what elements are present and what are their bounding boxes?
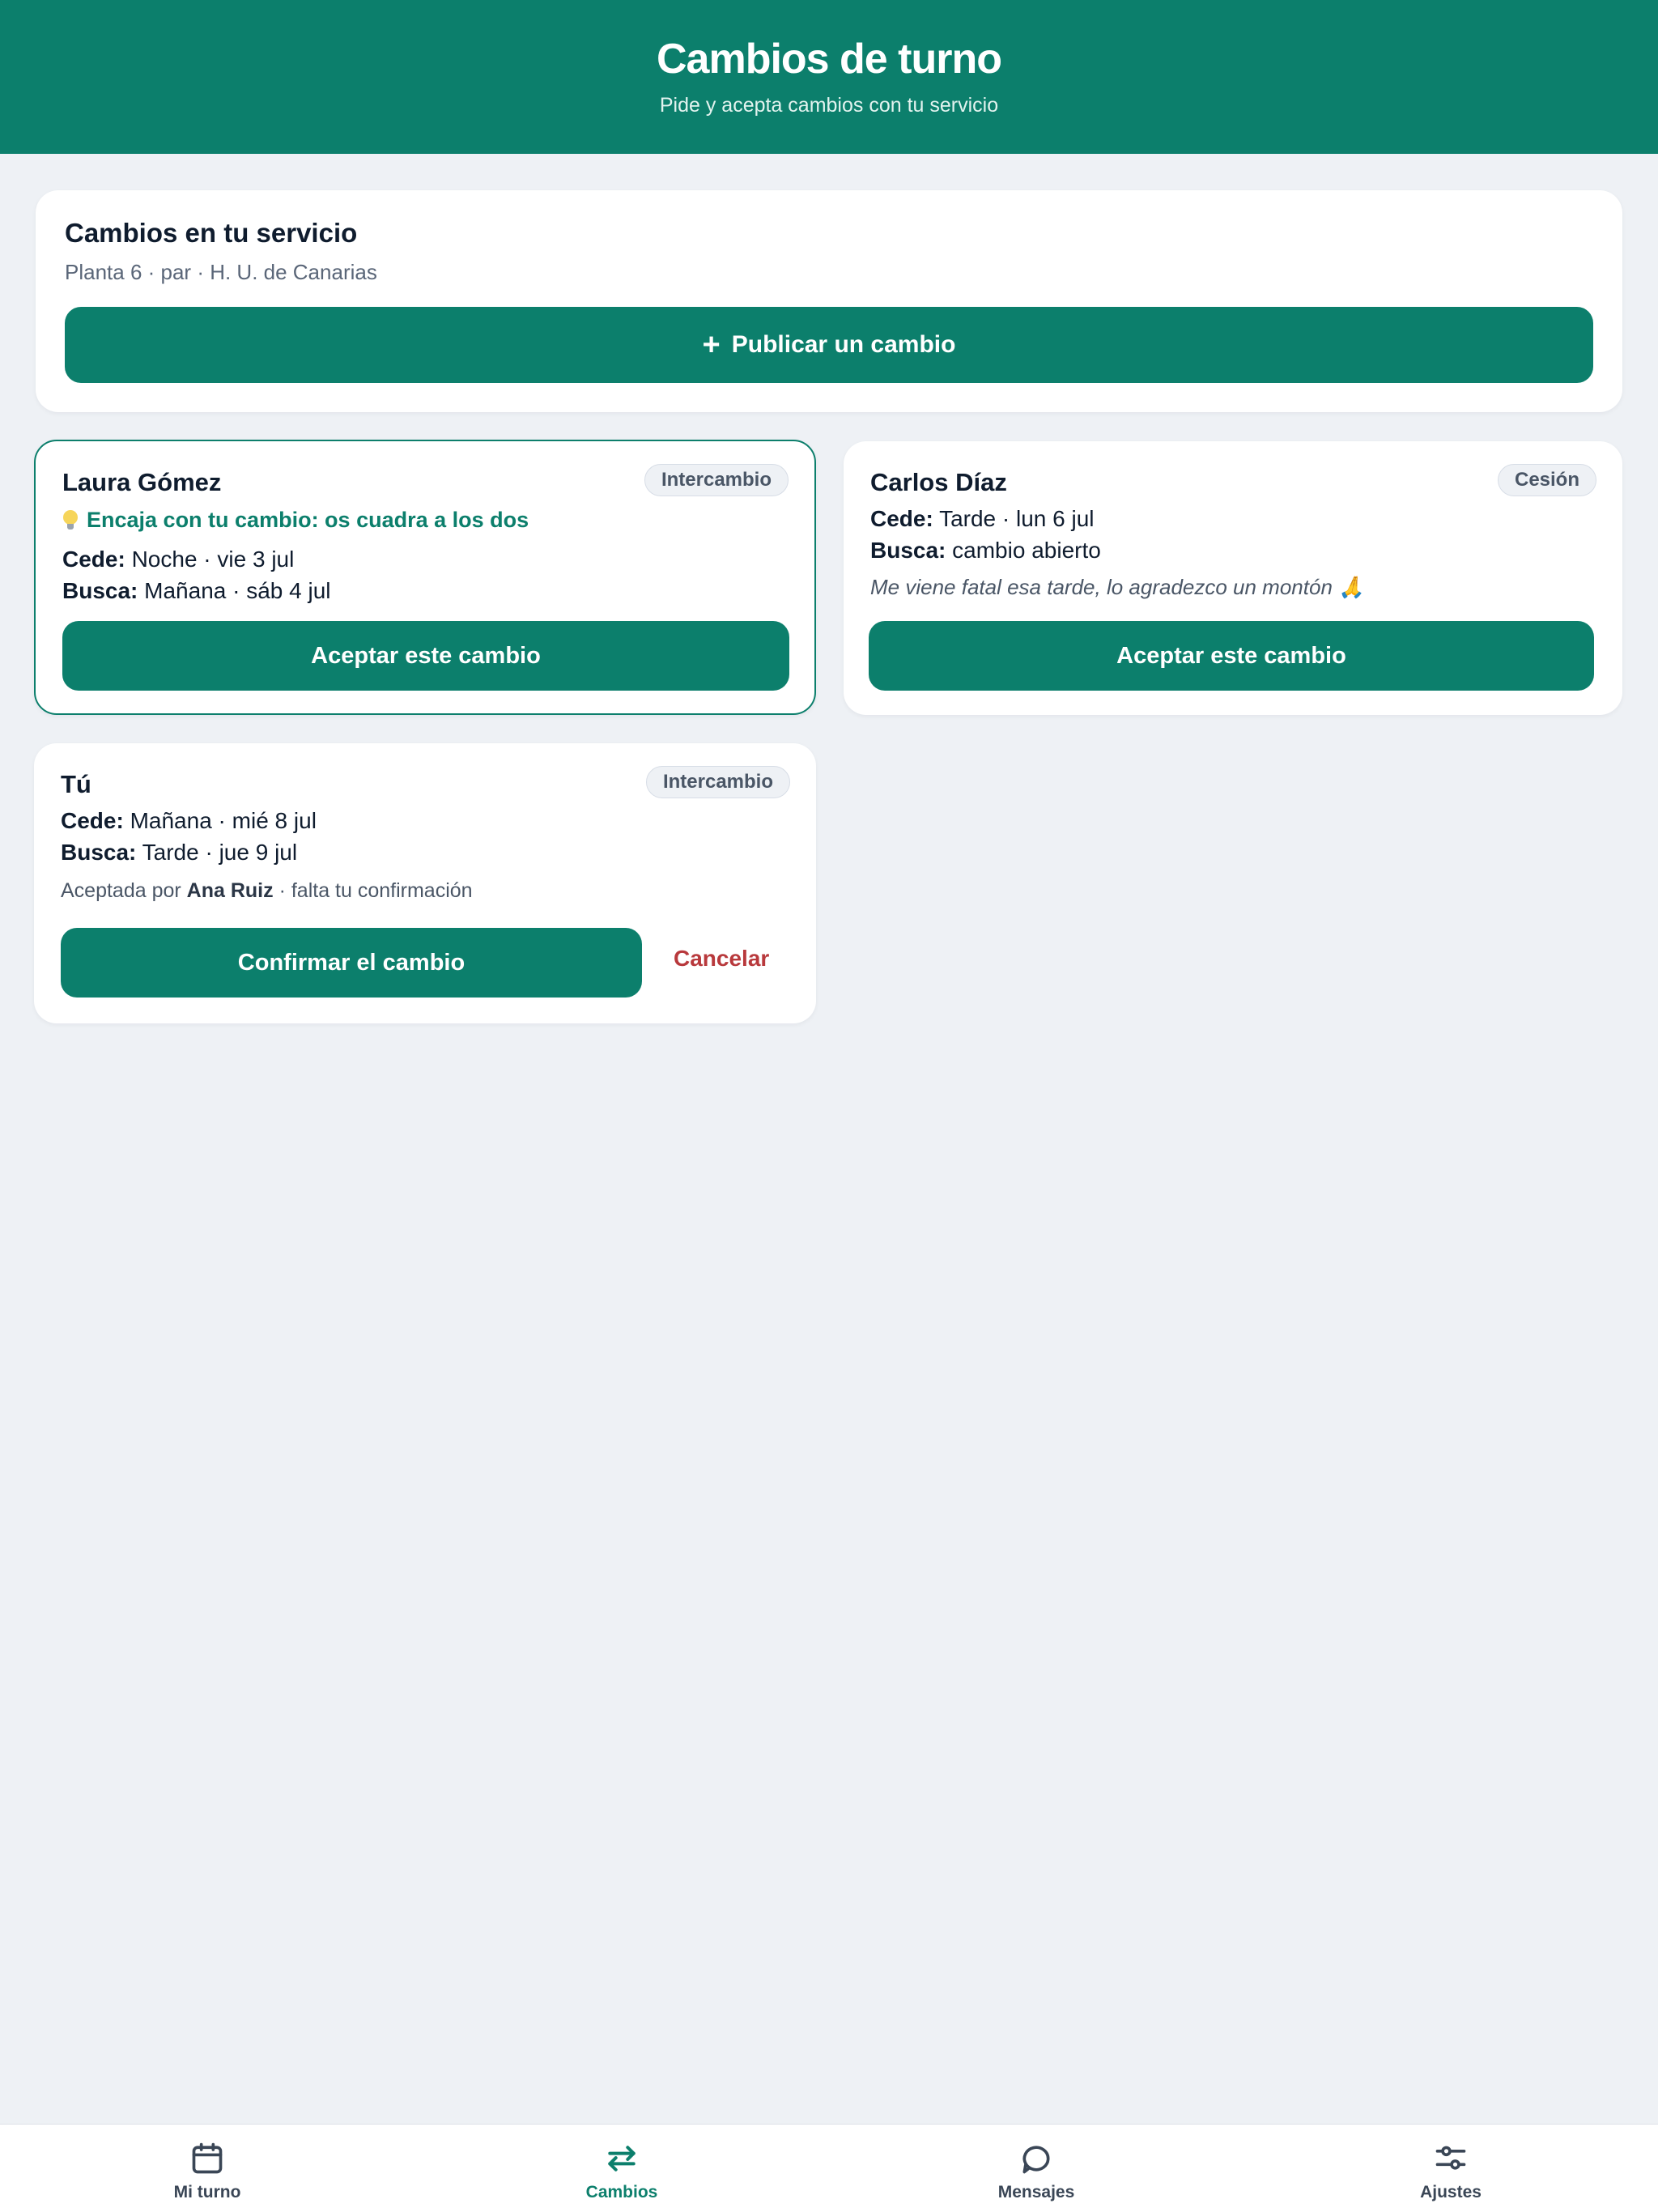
bottom-tab-bar: Mi turno Cambios Mensajes Ajustes xyxy=(0,2124,1658,2212)
cancel-change-button[interactable]: Cancelar xyxy=(674,946,769,972)
chat-bubble-icon xyxy=(1022,2146,1050,2174)
publish-change-label: Publicar un cambio xyxy=(731,331,956,358)
app-header: Cambios de turno Pide y acepta cambios c… xyxy=(0,0,1658,154)
offer-cede-line: Cede: Tarde · lun 6 jul xyxy=(870,506,1095,532)
cede-label: Cede: xyxy=(61,808,124,833)
offer-note: Me viene fatal esa tarde, lo agradezco u… xyxy=(870,575,1365,599)
cede-label: Cede: xyxy=(870,506,933,531)
swap-arrows-icon xyxy=(608,2146,636,2172)
cede-value: Tarde · lun 6 jul xyxy=(939,506,1095,531)
match-hint: Encaja con tu cambio: os cuadra a los do… xyxy=(62,508,529,533)
cede-value: Mañana · mié 8 jul xyxy=(130,808,317,833)
offer-busca-line: Busca: Mañana · sáb 4 jul xyxy=(62,578,331,604)
cede-value: Noche · vie 3 jul xyxy=(131,547,295,572)
service-title: Cambios en tu servicio xyxy=(65,218,358,248)
my-change-status: Aceptada por Ana Ruiz · falta tu confirm… xyxy=(61,879,473,903)
tab-label: Cambios xyxy=(585,2183,658,2201)
my-busca-line: Busca: Tarde · jue 9 jul xyxy=(61,840,297,866)
page-title: Cambios de turno xyxy=(656,35,1002,83)
offer-type-badge: Intercambio xyxy=(644,464,789,496)
busca-value: Tarde · jue 9 jul xyxy=(142,840,298,865)
tab-mi-turno[interactable]: Mi turno xyxy=(86,2125,329,2212)
accept-change-button[interactable]: Aceptar este cambio xyxy=(62,621,789,691)
offer-type-badge: Cesión xyxy=(1497,464,1596,496)
offer-card-laura: Laura Gómez Intercambio Encaja con tu ca… xyxy=(34,440,816,715)
offer-card-carlos: Carlos Díaz Cesión Cede: Tarde · lun 6 j… xyxy=(844,441,1622,715)
plus-icon: + xyxy=(702,328,721,362)
offer-author-name: Carlos Díaz xyxy=(870,468,1007,496)
lightbulb-icon xyxy=(62,508,79,533)
my-change-card: Tú Intercambio Cede: Mañana · mié 8 jul … xyxy=(34,743,816,1023)
confirm-change-button[interactable]: Confirmar el cambio xyxy=(61,928,642,998)
offer-cede-line: Cede: Noche · vie 3 jul xyxy=(62,547,294,572)
calendar-icon xyxy=(192,2142,223,2174)
my-change-type-badge: Intercambio xyxy=(645,766,790,798)
busca-label: Busca: xyxy=(870,538,946,563)
my-cede-line: Cede: Mañana · mié 8 jul xyxy=(61,808,317,834)
service-card: Cambios en tu servicio Planta 6 · par · … xyxy=(36,190,1622,412)
status-prefix: Aceptada por xyxy=(61,879,181,902)
status-suffix: · falta tu confirmación xyxy=(278,879,473,902)
tab-cambios[interactable]: Cambios xyxy=(500,2125,743,2212)
busca-label: Busca: xyxy=(62,578,138,603)
busca-value: Mañana · sáb 4 jul xyxy=(144,578,331,603)
tab-ajustes[interactable]: Ajustes xyxy=(1329,2125,1572,2212)
page-subtitle: Pide y acepta cambios con tu servicio xyxy=(659,94,999,117)
service-subtitle: Planta 6 · par · H. U. de Canarias xyxy=(65,260,377,284)
publish-change-button[interactable]: + Publicar un cambio xyxy=(65,307,1593,383)
my-change-name: Tú xyxy=(61,770,91,798)
sliders-icon xyxy=(1435,2146,1466,2170)
busca-value: cambio abierto xyxy=(952,538,1101,563)
tab-label: Mensajes xyxy=(997,2183,1075,2201)
tab-label: Ajustes xyxy=(1420,2183,1482,2201)
tab-label: Mi turno xyxy=(173,2183,241,2201)
accept-change-button[interactable]: Aceptar este cambio xyxy=(869,621,1594,691)
cede-label: Cede: xyxy=(62,547,125,572)
tab-mensajes[interactable]: Mensajes xyxy=(915,2125,1158,2212)
busca-label: Busca: xyxy=(61,840,137,865)
match-hint-text: Encaja con tu cambio: os cuadra a los do… xyxy=(87,508,529,532)
offer-author-name: Laura Gómez xyxy=(62,468,222,496)
status-person: Ana Ruiz xyxy=(186,879,274,902)
offer-busca-line: Busca: cambio abierto xyxy=(870,538,1101,564)
